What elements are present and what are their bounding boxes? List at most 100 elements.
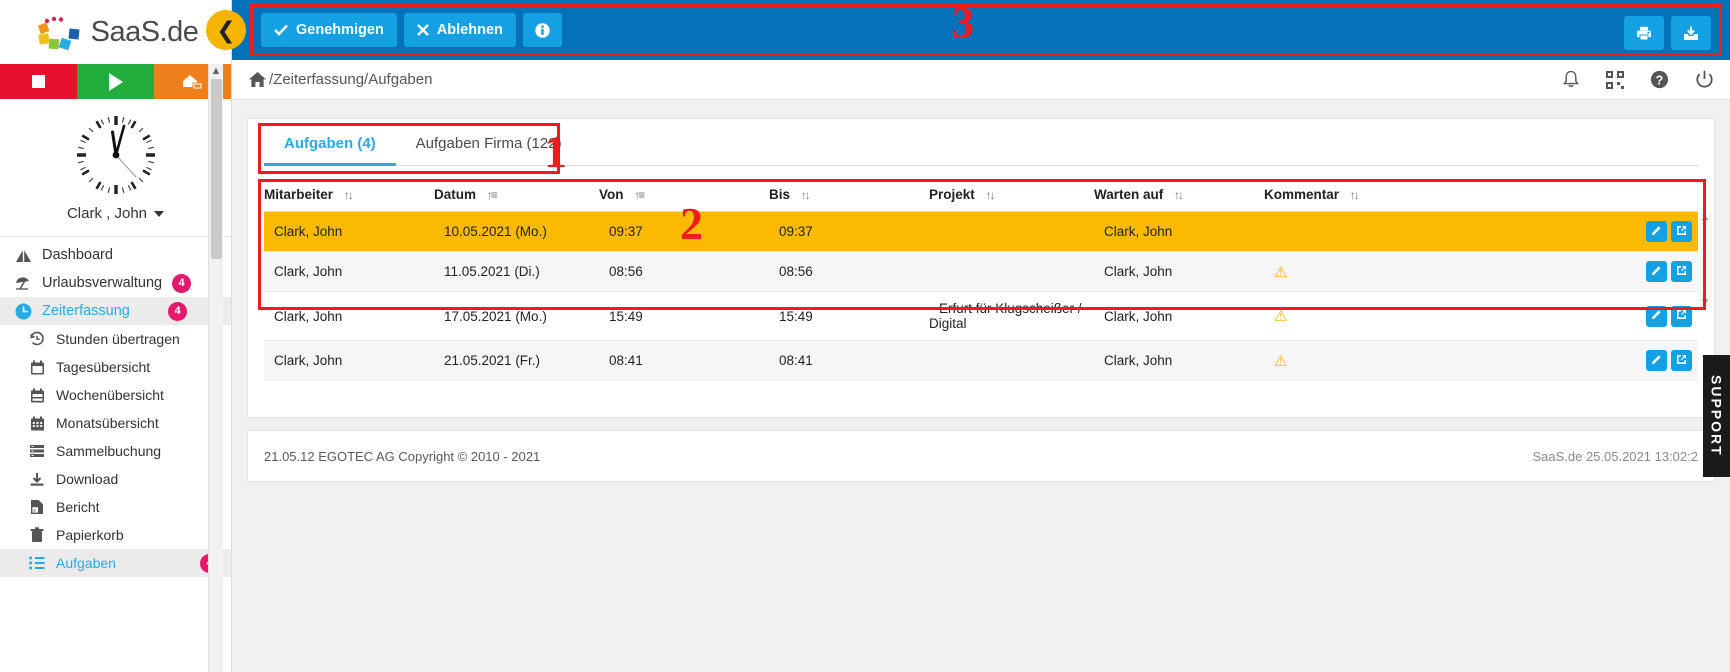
scroll-up-icon[interactable]: ▲ <box>1700 212 1710 223</box>
qr-code-icon[interactable] <box>1606 70 1624 89</box>
sort-updown-icon[interactable]: ↑↓ <box>986 188 996 202</box>
brand-header: SaaS.de <box>0 0 231 64</box>
beach-umbrella-icon <box>14 275 32 291</box>
sidebar-item-download[interactable]: Download <box>0 465 231 493</box>
sidebar-item-monatsuebersicht[interactable]: Monatsübersicht <box>0 409 231 437</box>
play-button[interactable] <box>77 64 154 99</box>
sidebar-item-stunden-uebertragen[interactable]: Stunden übertragen <box>0 325 231 353</box>
open-external-button[interactable] <box>1671 261 1692 282</box>
cell-kommentar-text <box>1264 224 1274 239</box>
column-header-von[interactable]: Von ↑≡ <box>599 177 769 212</box>
sidebar-item-papierkorb[interactable]: Papierkorb <box>0 521 231 549</box>
row-action-group <box>1568 221 1698 242</box>
saas-logo-mark-icon <box>37 16 80 51</box>
scroll-up-icon[interactable]: ▲ <box>209 64 223 78</box>
sidebar: SaaS.de Clark , John Dashboard Urlaubsve… <box>0 0 232 672</box>
cell-datum: 17.05.2021 (Mo.) <box>434 291 599 341</box>
sidebar-collapse-button[interactable]: ❮ <box>206 10 246 50</box>
sidebar-item-bericht[interactable]: x Bericht <box>0 493 231 521</box>
table-row[interactable]: Clark, John 17.05.2021 (Mo.) 15:49 15:49 Erf… <box>264 291 1698 341</box>
sidebar-item-aufgaben[interactable]: Aufgaben 4 <box>0 549 231 577</box>
column-label: Von <box>599 187 624 202</box>
cell-kommentar <box>1264 211 1568 252</box>
cell-datum-text: 10.05.2021 (Mo.) <box>444 224 547 239</box>
home-icon[interactable] <box>248 71 267 88</box>
cell-warten-auf: Clark, John <box>1094 211 1264 252</box>
cell-von-text: 08:41 <box>609 353 643 368</box>
tab-aufgaben-firma[interactable]: Aufgaben Firma (122) <box>396 135 582 166</box>
cell-warten-auf: Clark, John <box>1094 291 1264 341</box>
user-menu[interactable]: Clark , John <box>0 205 231 222</box>
external-link-icon <box>1676 225 1687 239</box>
sidebar-item-zeiterfassung[interactable]: Zeiterfassung 4 ▴ <box>0 297 231 325</box>
table-row[interactable]: Clark, John 21.05.2021 (Fr.) 08:41 08:41 Cla… <box>264 340 1698 381</box>
sort-updown-icon[interactable]: ↑↓ <box>1174 188 1184 202</box>
table-row[interactable]: Clark, John 11.05.2021 (Di.) 08:56 08:56 Cla… <box>264 251 1698 292</box>
sort-alpha-icon[interactable]: ↑≡ <box>487 188 498 202</box>
sidebar-item-tagesuebersicht[interactable]: Tagesübersicht <box>0 353 231 381</box>
sidebar-scrollbar[interactable]: ▲ <box>208 64 223 672</box>
tab-aufgaben[interactable]: Aufgaben (4) <box>264 135 396 166</box>
column-header-kommentar[interactable]: Kommentar ↑↓ <box>1264 177 1568 212</box>
calendar-week-icon <box>28 388 46 403</box>
info-button[interactable] <box>522 13 562 47</box>
print-button[interactable] <box>1624 16 1664 50</box>
bell-icon[interactable] <box>1562 70 1580 89</box>
scrollbar-thumb[interactable] <box>211 79 222 259</box>
edit-row-button[interactable] <box>1646 221 1667 242</box>
edit-row-button[interactable] <box>1646 350 1667 371</box>
column-header-datum[interactable]: Datum ↑≡ <box>434 177 599 212</box>
edit-row-button[interactable] <box>1646 305 1667 327</box>
cell-projekt <box>929 251 1094 292</box>
sort-updown-icon[interactable]: ↑↓ <box>344 188 354 202</box>
power-icon[interactable] <box>1695 70 1714 89</box>
pencil-icon <box>1651 225 1662 239</box>
cell-bis-text: 15:49 <box>779 308 813 324</box>
cell-warten-auf-text: Clark, John <box>1104 308 1173 324</box>
saas-logo-icon: SaaS.de <box>33 10 199 54</box>
tab-label: Aufgaben Firma (122) <box>415 135 562 152</box>
sort-updown-icon[interactable]: ↑↓ <box>801 188 811 202</box>
external-link-icon <box>1676 309 1687 323</box>
table-row[interactable]: Clark, John 10.05.2021 (Mo.) 09:37 09:37 Cla… <box>264 211 1698 252</box>
help-icon[interactable]: ? <box>1650 70 1669 89</box>
open-external-button[interactable] <box>1671 221 1692 242</box>
reject-button[interactable]: Ablehnen <box>403 13 516 47</box>
external-link-icon <box>1676 354 1687 368</box>
cell-datum-text: 17.05.2021 (Mo.) <box>444 308 547 324</box>
support-tab-label: SUPPORT <box>1708 375 1725 457</box>
column-header-projekt[interactable]: Projekt ↑↓ <box>929 177 1094 212</box>
open-external-button[interactable] <box>1671 350 1692 371</box>
sidebar-item-wochenuebersicht[interactable]: Wochenübersicht <box>0 381 231 409</box>
table-scrollbar[interactable]: ▲ ▼ <box>1698 212 1712 308</box>
trash-icon <box>28 527 46 543</box>
x-icon <box>416 24 429 36</box>
column-header-bis[interactable]: Bis ↑↓ <box>769 177 929 212</box>
sidebar-item-sammelbuchung[interactable]: Sammelbuchung <box>0 437 231 465</box>
cell-bis: 15:49 <box>769 291 929 341</box>
sidebar-item-urlaubsverwaltung[interactable]: Urlaubsverwaltung 4 ▾ <box>0 269 231 297</box>
main-content: /Zeiterfassung/Aufgaben ? Aufgaben (4) A… <box>232 60 1730 672</box>
edit-row-button[interactable] <box>1646 261 1667 282</box>
download-button[interactable] <box>1671 16 1711 50</box>
toolbar-annotation-frame: Genehmigen Ablehnen <box>250 4 1722 56</box>
open-external-button[interactable] <box>1671 305 1692 327</box>
breadcrumb[interactable]: /Zeiterfassung/Aufgaben <box>248 71 432 88</box>
support-tab[interactable]: SUPPORT <box>1703 355 1730 477</box>
approve-button[interactable]: Genehmigen <box>261 13 397 47</box>
sort-updown-icon[interactable]: ↑↓ <box>1350 188 1360 202</box>
scroll-down-icon[interactable]: ▼ <box>1700 297 1710 308</box>
cell-datum-text: 11.05.2021 (Di.) <box>444 264 540 279</box>
cell-kommentar: ⚠ <box>1264 251 1568 292</box>
home-office-icon <box>182 74 202 89</box>
history-icon <box>28 331 46 347</box>
cell-bis: 09:37 <box>769 211 929 252</box>
stop-button[interactable] <box>0 64 77 99</box>
sidebar-item-label: Aufgaben <box>56 555 116 571</box>
breadcrumb-bar: /Zeiterfassung/Aufgaben ? <box>232 60 1730 100</box>
sort-alpha-icon[interactable]: ↑≡ <box>634 188 645 202</box>
sidebar-item-label: Download <box>56 471 119 487</box>
column-header-mitarbeiter[interactable]: Mitarbeiter ↑↓ <box>264 177 434 212</box>
column-header-warten-auf[interactable]: Warten auf ↑↓ <box>1094 177 1264 212</box>
sidebar-item-dashboard[interactable]: Dashboard <box>0 241 231 269</box>
